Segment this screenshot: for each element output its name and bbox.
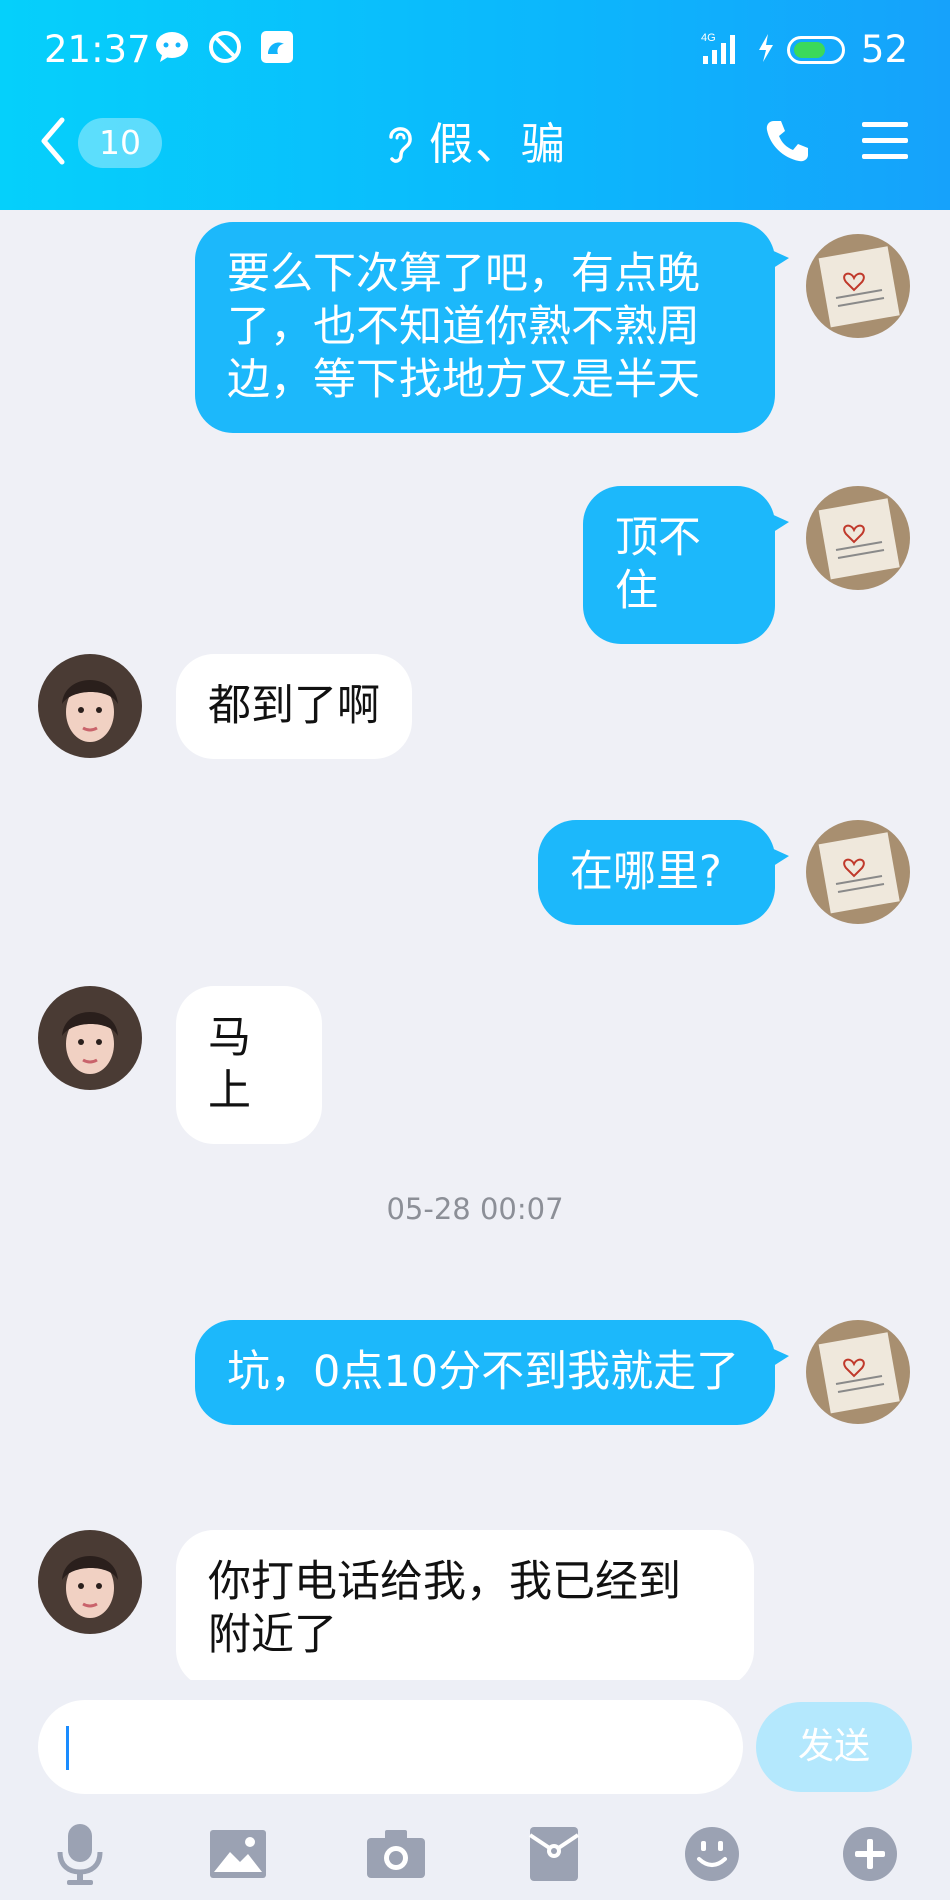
- uc-browser-icon: [260, 30, 294, 68]
- contact-avatar[interactable]: [38, 986, 142, 1090]
- message-bubble-outgoing[interactable]: 在哪里?: [538, 820, 789, 925]
- input-toolbar: [0, 1816, 950, 1892]
- message-bubble-outgoing[interactable]: 要么下次算了吧，有点晚了，也不知道你熟不熟周边，等下找地方又是半天: [195, 222, 789, 433]
- chat-screen: 21:37 4G 52 10 假、骗 要么下次算了吧，有点晚了，也不知道你熟不熟…: [0, 0, 950, 1900]
- status-notification-icons: [154, 30, 294, 68]
- mic-icon[interactable]: [42, 1816, 118, 1892]
- message-bubble-incoming[interactable]: 你打电话给我，我已经到附近了: [176, 1530, 754, 1680]
- message-bubble-incoming[interactable]: 马上: [176, 986, 322, 1144]
- plus-icon[interactable]: [832, 1816, 908, 1892]
- battery-icon: [786, 36, 845, 64]
- menu-icon[interactable]: [862, 120, 908, 166]
- send-button[interactable]: 发送: [756, 1702, 912, 1792]
- chat-header: 21:37 4G 52 10 假、骗: [0, 0, 950, 210]
- svg-text:4G: 4G: [701, 32, 716, 44]
- my-avatar[interactable]: [806, 234, 910, 338]
- do-not-disturb-icon: [208, 30, 242, 68]
- header-actions: [764, 118, 908, 168]
- message-timestamp: 05-28 00:07: [386, 1192, 564, 1226]
- chat-title: 假、骗: [429, 119, 567, 170]
- message-bubble-outgoing[interactable]: 坑，0点10分不到我就走了: [195, 1320, 789, 1425]
- message-list[interactable]: 要么下次算了吧，有点晚了，也不知道你熟不熟周边，等下找地方又是半天 顶不住 都到…: [0, 210, 950, 1680]
- charging-icon: [757, 33, 775, 67]
- contact-avatar[interactable]: [38, 654, 142, 758]
- red-packet-icon[interactable]: [516, 1816, 592, 1892]
- my-avatar[interactable]: [806, 820, 910, 924]
- phone-icon[interactable]: [764, 118, 810, 168]
- status-time: 21:37: [44, 28, 151, 71]
- contact-avatar[interactable]: [38, 1530, 142, 1634]
- emoji-icon[interactable]: [674, 1816, 750, 1892]
- earpiece-mode-icon[interactable]: [383, 121, 417, 169]
- my-avatar[interactable]: [806, 486, 910, 590]
- signal-4g-icon: 4G: [699, 30, 745, 70]
- message-bubble-outgoing[interactable]: 顶不住: [583, 486, 789, 644]
- camera-icon[interactable]: [358, 1816, 434, 1892]
- text-caret: [66, 1726, 69, 1770]
- message-bubble-incoming[interactable]: 都到了啊: [176, 654, 412, 759]
- my-avatar[interactable]: [806, 1320, 910, 1424]
- input-bar: 发送: [0, 1680, 950, 1900]
- battery-level: 52: [860, 28, 908, 71]
- status-system-icons: 4G 52: [699, 26, 908, 74]
- image-icon[interactable]: [200, 1816, 276, 1892]
- chat-notification-icon: [154, 31, 190, 67]
- message-input[interactable]: [38, 1700, 743, 1794]
